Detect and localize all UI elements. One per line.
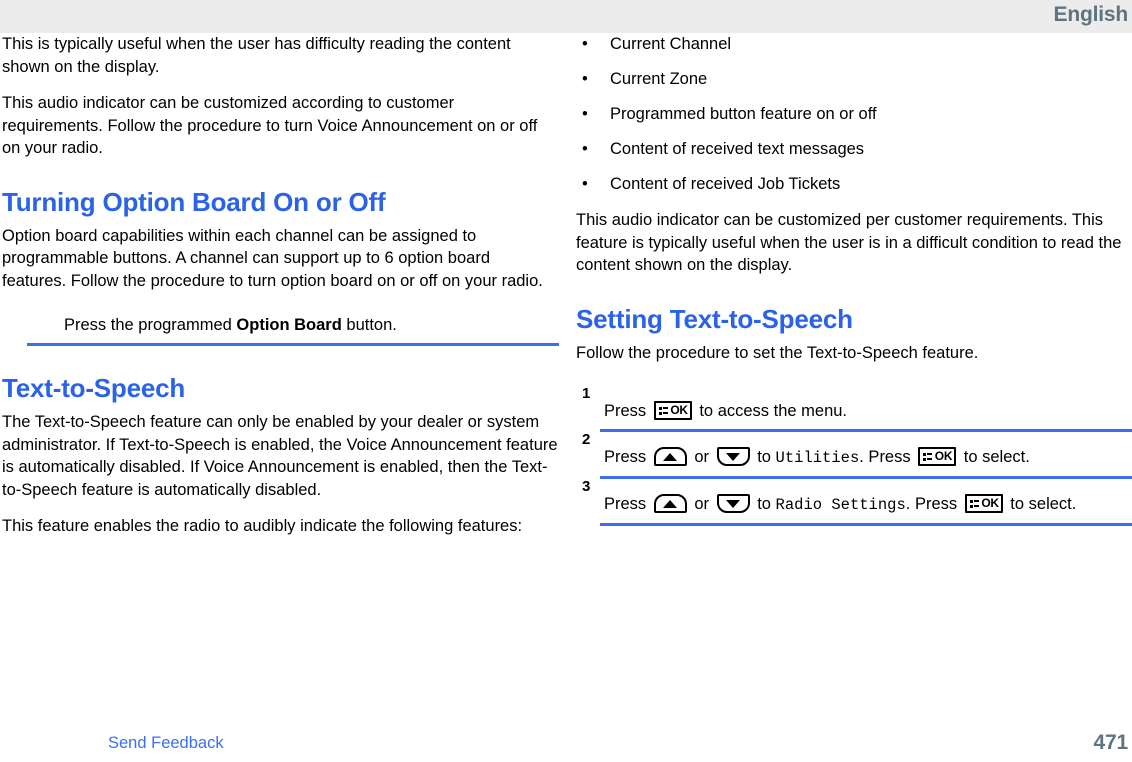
bullet-icon: • <box>582 140 588 158</box>
step-text-part: to <box>752 448 776 466</box>
step-text-part: Press <box>604 402 651 420</box>
procedure-step-2: 2 Press or to Utilities. Press OK to sel… <box>576 432 1132 479</box>
ok-key-label: OK <box>670 403 688 417</box>
list-item: • Current Zone <box>576 68 1132 90</box>
heading-turning-option-board-on-or-off: Turning Option Board On or Off <box>2 186 386 217</box>
ok-key-icon: OK <box>918 447 957 466</box>
step-number: 1 <box>582 385 591 402</box>
step-number: 3 <box>582 478 591 495</box>
step-body: Press or to Radio Settings. Press OK to … <box>604 479 1132 523</box>
heading-text-to-speech: Text-to-Speech <box>2 373 186 403</box>
bullet-icon: • <box>582 35 588 53</box>
step-text-press-option-board: Press the programmed Option Board button… <box>2 314 558 336</box>
send-feedback-link[interactable]: Send Feedback <box>108 732 224 754</box>
step-text-part: Press <box>604 495 651 513</box>
up-arrow-key-icon <box>653 447 687 466</box>
step-text-part: . Press <box>905 495 962 513</box>
menu-grid-icon <box>658 407 668 415</box>
paragraph-tts-following-features: This feature enables the radio to audibl… <box>2 517 523 535</box>
list-item-label: Content of received Job Tickets <box>610 175 841 193</box>
down-arrow-key-icon <box>716 494 750 513</box>
menu-item-name: Radio Settings <box>775 496 906 514</box>
menu-grid-icon <box>923 453 933 461</box>
list-item-label: Content of received text messages <box>610 140 865 158</box>
list-item-label: Programmed button feature on or off <box>610 105 877 123</box>
step-suffix-text: button. <box>341 316 397 334</box>
down-arrow-key-icon <box>716 447 750 466</box>
paragraph-voice-announcement-customize: This audio indicator can be customized a… <box>2 94 538 157</box>
right-column: • Current Channel • Current Zone • Progr… <box>576 33 1132 526</box>
triangle-up-icon <box>663 500 678 508</box>
step-divider-rule <box>600 523 1132 526</box>
bullet-icon: • <box>582 105 588 123</box>
paragraph-setting-tts-intro: Follow the procedure to set the Text-to-… <box>576 343 979 362</box>
step-bold-button-name: Option Board <box>236 316 342 334</box>
list-item: • Content of received Job Tickets <box>576 173 1132 195</box>
step-text-part: to select. <box>1005 495 1077 513</box>
step-text-part: to access the menu. <box>694 402 848 420</box>
paragraph-audio-indicator-customize: This audio indicator can be customized p… <box>576 211 1122 274</box>
menu-grid-icon <box>969 500 979 508</box>
list-item: • Programmed button feature on or off <box>576 103 1132 125</box>
feature-bullet-list: • Current Channel • Current Zone • Progr… <box>576 33 1132 195</box>
bullet-icon: • <box>582 70 588 88</box>
header-language-label: English <box>1053 3 1129 26</box>
step-body: Press or to Utilities. Press OK to selec… <box>604 432 1132 476</box>
step-divider-rule <box>27 343 559 346</box>
list-item-label: Current Channel <box>610 35 732 53</box>
step-text-part: or <box>689 495 714 513</box>
triangle-up-icon <box>663 453 678 461</box>
triangle-down-icon <box>726 500 741 508</box>
procedure-step-list: 1 Press OK to access the menu. 2 Press o… <box>576 386 1132 526</box>
triangle-down-icon <box>726 453 741 461</box>
step-text-part: or <box>689 448 714 466</box>
heading-setting-text-to-speech: Setting Text-to-Speech <box>576 303 853 334</box>
step-prefix-text: Press the programmed <box>64 316 237 334</box>
bullet-icon: • <box>582 175 588 193</box>
ok-key-label: OK <box>934 449 953 463</box>
list-item: • Current Channel <box>576 33 1132 55</box>
list-item-label: Current Zone <box>610 70 708 88</box>
paragraph-tts-enable-info: The Text-to-Speech feature can only be e… <box>2 413 558 499</box>
step-text-part: Press <box>604 448 651 466</box>
page-content: This is typically useful when the user h… <box>0 33 1132 733</box>
step-text-part: . Press <box>859 448 916 466</box>
procedure-step-3: 3 Press or to Radio Settings. Press OK t… <box>576 479 1132 526</box>
page-header-band: English <box>0 0 1132 33</box>
ok-key-icon: OK <box>653 401 692 420</box>
step-body: Press OK to access the menu. <box>604 386 1132 429</box>
page-footer: Send Feedback 471 <box>0 731 1132 762</box>
ok-key-icon: OK <box>964 494 1003 513</box>
step-text-part: to <box>752 495 776 513</box>
menu-item-name: Utilities <box>775 449 860 467</box>
paragraph-option-board: Option board capabilities within each ch… <box>2 226 543 290</box>
step-number: 2 <box>582 431 591 448</box>
step-text-part: to select. <box>959 448 1030 466</box>
procedure-step-1: 1 Press OK to access the menu. <box>576 386 1132 432</box>
up-arrow-key-icon <box>653 494 687 513</box>
paragraph-voice-announcement-useful: This is typically useful when the user h… <box>2 35 511 76</box>
ok-key-label: OK <box>981 496 999 510</box>
list-item: • Content of received text messages <box>576 138 1132 160</box>
left-column: This is typically useful when the user h… <box>2 33 559 552</box>
procedure-single-step: Press the programmed Option Board button… <box>2 314 559 346</box>
page-number: 471 <box>1093 731 1129 754</box>
